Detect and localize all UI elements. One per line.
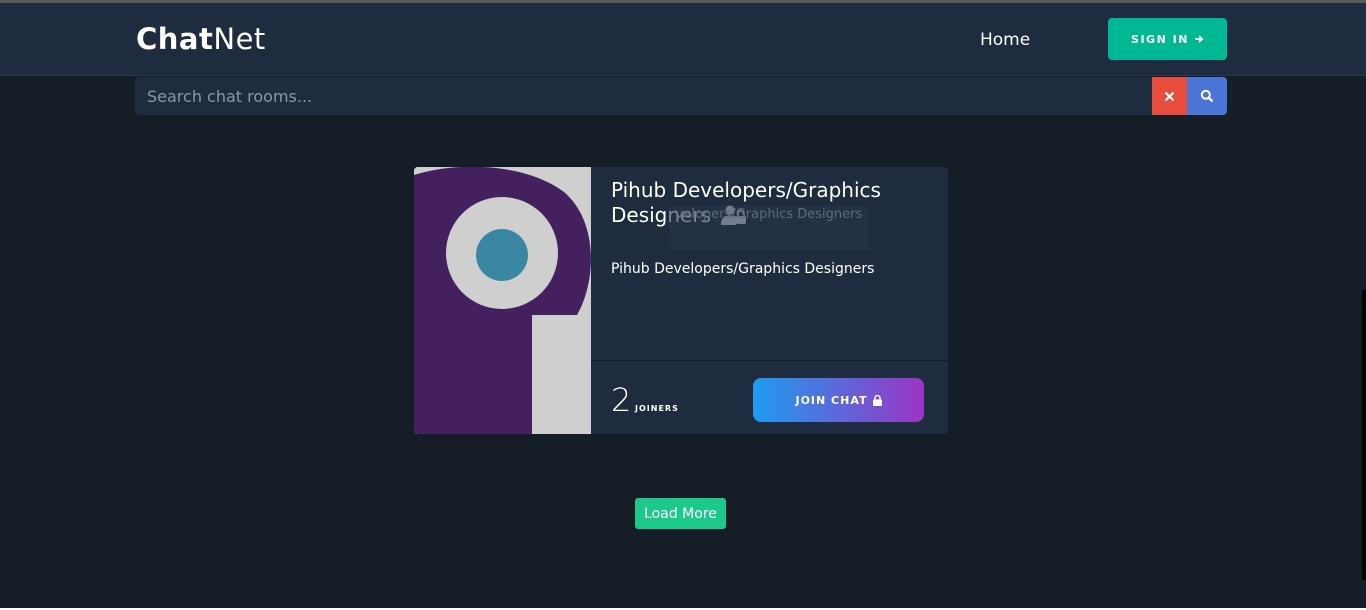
- scrollbar-track[interactable]: [1362, 290, 1366, 580]
- sign-in-label: SIGN IN: [1131, 32, 1189, 46]
- clear-search-button[interactable]: [1152, 77, 1187, 115]
- lock-icon: [872, 394, 882, 406]
- arrow-right-icon: [1194, 35, 1204, 43]
- search-bar: [135, 77, 1227, 115]
- search-icon: [1200, 89, 1214, 103]
- close-icon: [1164, 91, 1175, 101]
- join-chat-button[interactable]: JOIN CHAT: [753, 378, 924, 422]
- joiners-count: 2: [611, 381, 632, 419]
- search-button[interactable]: [1187, 77, 1227, 115]
- room-logo-image: [414, 167, 591, 434]
- room-description: Pihub Developers/Graphics Designers: [611, 261, 875, 277]
- load-more-button[interactable]: Load More: [635, 498, 726, 529]
- search-input[interactable]: [135, 77, 1152, 115]
- sign-in-button[interactable]: SIGN IN: [1108, 18, 1227, 60]
- brand-light: Net: [213, 22, 266, 56]
- brand-bold: Chat: [136, 22, 214, 56]
- brand-logo[interactable]: ChatNet: [136, 21, 266, 57]
- title-tooltip: velopers/Graphics Designers: [669, 205, 869, 251]
- join-chat-label: JOIN CHAT: [795, 393, 868, 407]
- nav-home-link[interactable]: Home: [980, 29, 1030, 51]
- chat-room-card: Pihub Developers/Graphics Designers velo…: [414, 167, 948, 434]
- navbar: ChatNet Home SIGN IN: [0, 3, 1366, 76]
- card-divider: [591, 360, 948, 361]
- joiners-label: JOINERS: [635, 404, 679, 413]
